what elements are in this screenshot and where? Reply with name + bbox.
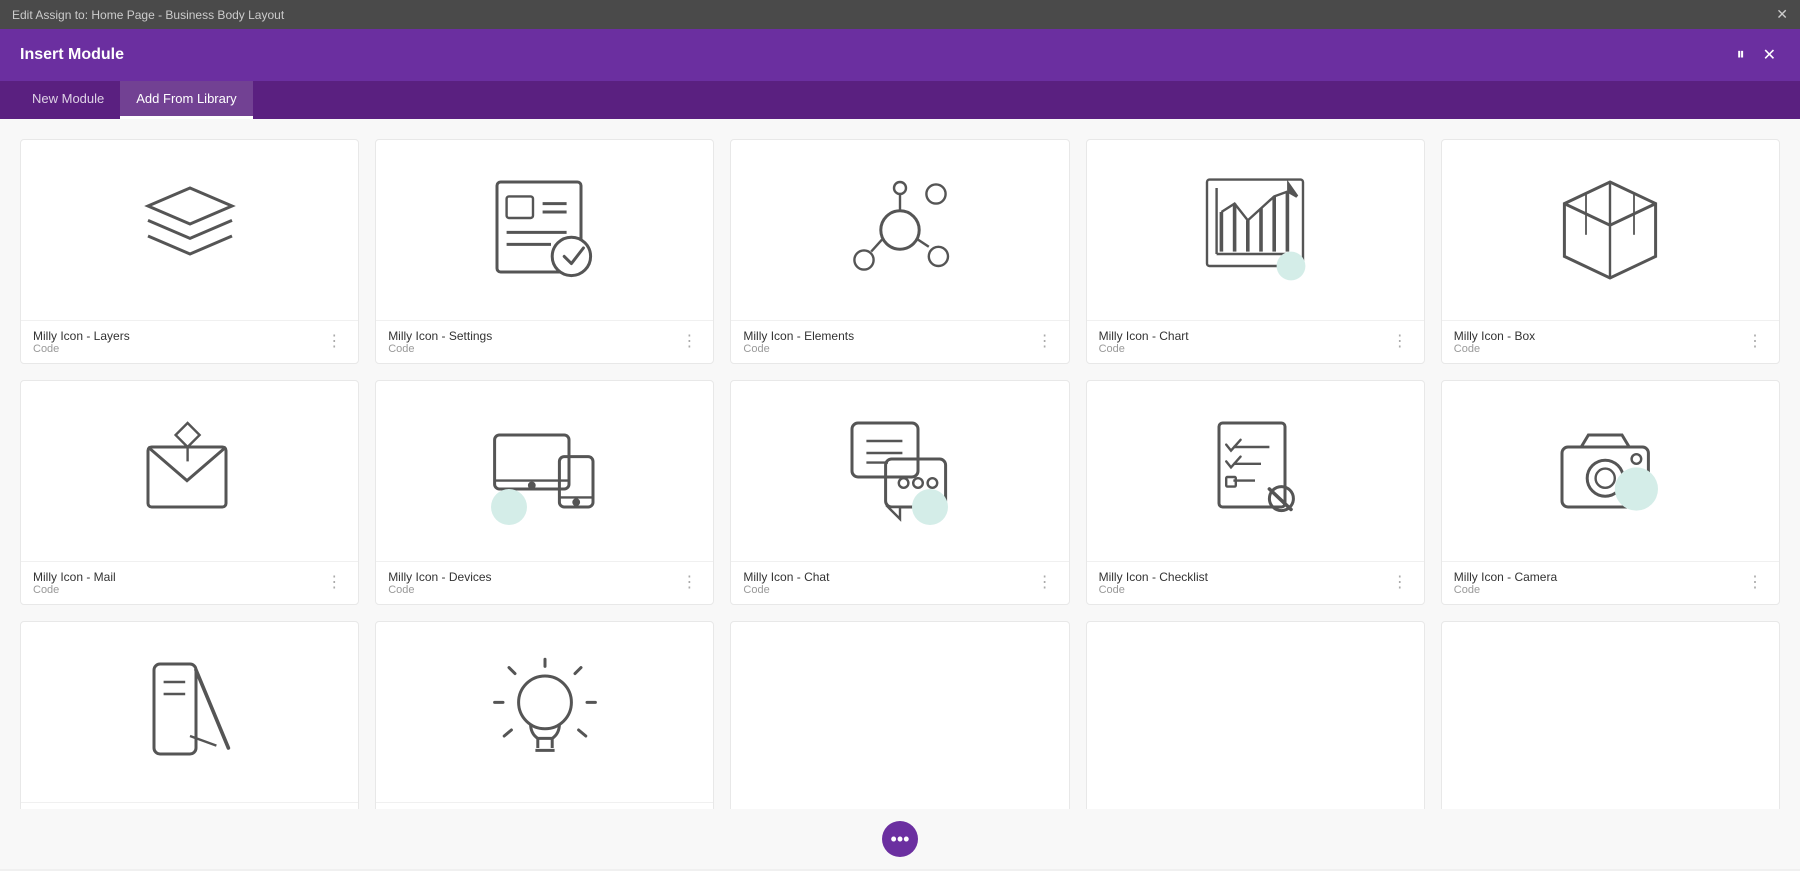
modal-header: Insert Module ⏸ ✕ (0, 29, 1800, 81)
card-type-chat: Code (743, 584, 829, 596)
card-info-chart: Milly Icon - Chart Code (1099, 329, 1189, 355)
card-footer-mail: Milly Icon - Mail Code ⋮ (21, 561, 358, 604)
card-menu-button-devices[interactable]: ⋮ (677, 575, 701, 591)
card-info-checklist: Milly Icon - Checklist Code (1099, 570, 1208, 596)
card-menu-button-camera[interactable]: ⋮ (1743, 575, 1767, 591)
card-elements[interactable]: Milly Icon - Elements Code ⋮ (730, 139, 1069, 364)
card-icon-area-camera (1442, 381, 1779, 561)
card-name-elements: Milly Icon - Elements (743, 329, 854, 343)
card-info-layers: Milly Icon - Layers Code (33, 329, 130, 355)
card-footer-idea: Milly Icon - Idea Code ⋮ (376, 802, 713, 809)
card-info-settings: Milly Icon - Settings Code (388, 329, 492, 355)
card-type-chart: Code (1099, 343, 1189, 355)
card-camera[interactable]: Milly Icon - Camera Code ⋮ (1441, 380, 1780, 605)
card-name-chart: Milly Icon - Chart (1099, 329, 1189, 343)
card-footer-layers: Milly Icon - Layers Code ⋮ (21, 320, 358, 363)
card-name-settings: Milly Icon - Settings (388, 329, 492, 343)
card-icon-area-mail (21, 381, 358, 561)
card-icon-area-settings (376, 140, 713, 320)
card-name-devices: Milly Icon - Devices (388, 570, 491, 584)
title-bar-text: Edit Assign to: Home Page - Business Bod… (12, 8, 284, 22)
card-icon-area-box (1442, 140, 1779, 320)
card-footer-chat: Milly Icon - Chat Code ⋮ (731, 561, 1068, 604)
card-box[interactable]: Milly Icon - Box Code ⋮ (1441, 139, 1780, 364)
card-footer-camera: Milly Icon - Camera Code ⋮ (1442, 561, 1779, 604)
card-menu-button-checklist[interactable]: ⋮ (1388, 575, 1412, 591)
card-layers[interactable]: Milly Icon - Layers Code ⋮ (20, 139, 359, 364)
card-footer-box: Milly Icon - Box Code ⋮ (1442, 320, 1779, 363)
card-menu-button-chart[interactable]: ⋮ (1388, 334, 1412, 350)
card-info-box: Milly Icon - Box Code (1454, 329, 1535, 355)
card-info-mail: Milly Icon - Mail Code (33, 570, 116, 596)
card-icon-area-chat (731, 381, 1068, 561)
empty-card-12 (730, 621, 1069, 809)
card-icon-area-design (21, 622, 358, 802)
card-icon-area-devices (376, 381, 713, 561)
card-info-chat: Milly Icon - Chat Code (743, 570, 829, 596)
footer: ••• (0, 809, 1800, 869)
card-info-devices: Milly Icon - Devices Code (388, 570, 491, 596)
card-name-box: Milly Icon - Box (1454, 329, 1535, 343)
empty-card-13 (1086, 621, 1425, 809)
card-info-elements: Milly Icon - Elements Code (743, 329, 854, 355)
card-name-layers: Milly Icon - Layers (33, 329, 130, 343)
card-icon-area-chart (1087, 140, 1424, 320)
card-type-devices: Code (388, 584, 491, 596)
card-type-layers: Code (33, 343, 130, 355)
card-type-box: Code (1454, 343, 1535, 355)
card-menu-button-chat[interactable]: ⋮ (1033, 575, 1057, 591)
modal-header-actions: ⏸ ✕ (1733, 41, 1780, 69)
card-devices[interactable]: Milly Icon - Devices Code ⋮ (375, 380, 714, 605)
card-footer-devices: Milly Icon - Devices Code ⋮ (376, 561, 713, 604)
card-idea[interactable]: Milly Icon - Idea Code ⋮ (375, 621, 714, 809)
title-bar-close-button[interactable]: ✕ (1776, 6, 1788, 23)
card-menu-button-mail[interactable]: ⋮ (322, 575, 346, 591)
card-name-chat: Milly Icon - Chat (743, 570, 829, 584)
card-menu-button-elements[interactable]: ⋮ (1033, 334, 1057, 350)
modal-title: Insert Module (20, 46, 124, 64)
card-type-mail: Code (33, 584, 116, 596)
card-design[interactable]: Milly Icon - Design Code ⋮ (20, 621, 359, 809)
card-name-checklist: Milly Icon - Checklist (1099, 570, 1208, 584)
card-menu-button-box[interactable]: ⋮ (1743, 334, 1767, 350)
card-icon-area-checklist (1087, 381, 1424, 561)
card-chart[interactable]: Milly Icon - Chart Code ⋮ (1086, 139, 1425, 364)
card-name-mail: Milly Icon - Mail (33, 570, 116, 584)
card-checklist[interactable]: Milly Icon - Checklist Code ⋮ (1086, 380, 1425, 605)
title-bar: Edit Assign to: Home Page - Business Bod… (0, 0, 1800, 29)
card-name-camera: Milly Icon - Camera (1454, 570, 1557, 584)
tabs-bar: New Module Add From Library (0, 81, 1800, 119)
card-footer-checklist: Milly Icon - Checklist Code ⋮ (1087, 561, 1424, 604)
modal: Insert Module ⏸ ✕ New Module Add From Li… (0, 29, 1800, 869)
card-footer-elements: Milly Icon - Elements Code ⋮ (731, 320, 1068, 363)
card-menu-button-layers[interactable]: ⋮ (322, 334, 346, 350)
card-icon-area-layers (21, 140, 358, 320)
empty-card-14 (1441, 621, 1780, 809)
card-icon-area-idea (376, 622, 713, 802)
card-type-elements: Code (743, 343, 854, 355)
module-grid: Milly Icon - Layers Code ⋮ Milly Icon - … (20, 139, 1780, 809)
card-footer-design: Milly Icon - Design Code ⋮ (21, 802, 358, 809)
card-menu-button-settings[interactable]: ⋮ (677, 334, 701, 350)
card-footer-settings: Milly Icon - Settings Code ⋮ (376, 320, 713, 363)
card-chat[interactable]: Milly Icon - Chat Code ⋮ (730, 380, 1069, 605)
modal-close-button[interactable]: ✕ (1759, 41, 1780, 69)
tab-add-from-library[interactable]: Add From Library (120, 81, 252, 119)
card-mail[interactable]: Milly Icon - Mail Code ⋮ (20, 380, 359, 605)
card-type-camera: Code (1454, 584, 1557, 596)
card-icon-area-elements (731, 140, 1068, 320)
modal-pause-button[interactable]: ⏸ (1733, 42, 1749, 68)
card-settings[interactable]: Milly Icon - Settings Code ⋮ (375, 139, 714, 364)
tab-new-module[interactable]: New Module (16, 81, 120, 119)
dots-button[interactable]: ••• (882, 821, 918, 857)
card-type-checklist: Code (1099, 584, 1208, 596)
content-area: Milly Icon - Layers Code ⋮ Milly Icon - … (0, 119, 1800, 809)
card-info-camera: Milly Icon - Camera Code (1454, 570, 1557, 596)
card-type-settings: Code (388, 343, 492, 355)
card-footer-chart: Milly Icon - Chart Code ⋮ (1087, 320, 1424, 363)
